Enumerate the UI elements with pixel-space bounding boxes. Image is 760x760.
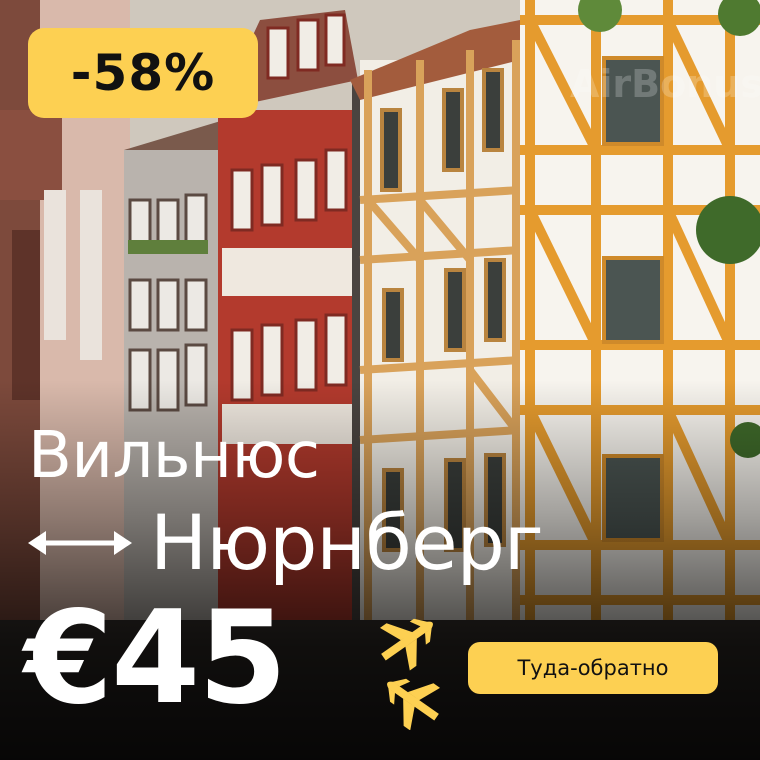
departure-plane-icon: [379, 618, 433, 671]
planes-icon: [379, 618, 441, 730]
destination-row: Нюрнберг: [28, 498, 544, 588]
arrival-plane-icon: [387, 678, 441, 730]
destination-city: Нюрнберг: [150, 498, 544, 587]
brand-watermark: AirBonus: [570, 62, 760, 106]
origin-city: Вильнюс: [28, 419, 320, 493]
ad-card: AirBonus -58% Вильнюс Нюрнберг €45 Туда-…: [0, 0, 760, 760]
trip-type-pill[interactable]: Туда-обратно: [468, 642, 718, 694]
discount-badge: -58%: [28, 28, 258, 118]
round-trip-arrow-icon: [28, 531, 132, 555]
price: €45: [24, 584, 287, 733]
